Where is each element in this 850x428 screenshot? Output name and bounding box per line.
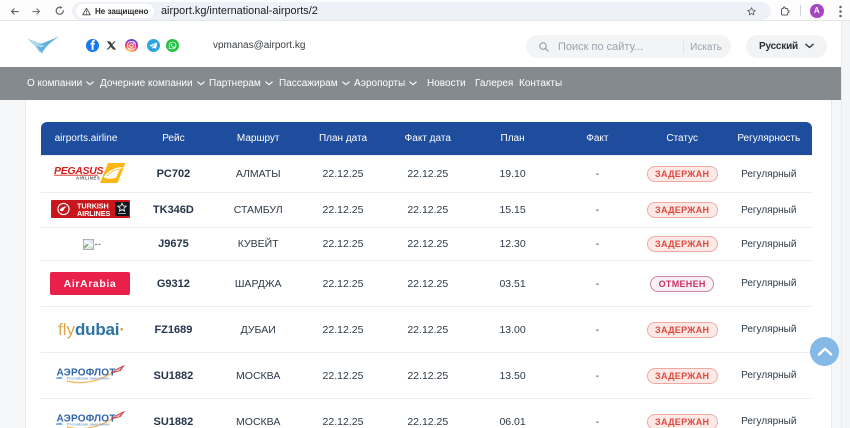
svg-text:AIRLINES: AIRLINES bbox=[76, 175, 100, 180]
svg-text:AIRLINES: AIRLINES bbox=[77, 209, 110, 218]
svg-text:Российские авиалинии: Российские авиалинии bbox=[67, 375, 110, 380]
svg-text:Российские авиалинии: Российские авиалинии bbox=[67, 421, 110, 426]
